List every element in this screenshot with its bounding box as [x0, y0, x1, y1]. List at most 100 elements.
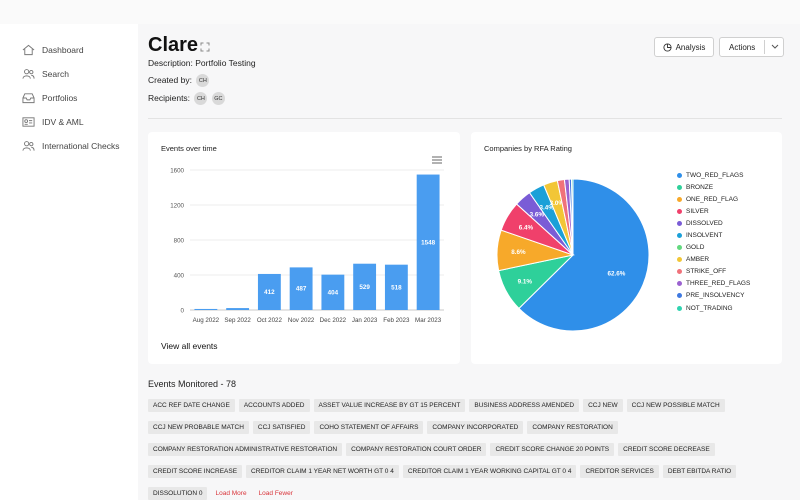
event-tag: DEBT EBITDA RATIO [662, 465, 737, 478]
bar[interactable] [226, 308, 250, 310]
sidebar-item-search[interactable]: Search [22, 62, 120, 86]
avatar[interactable]: CH [194, 92, 208, 105]
legend-label: SILVER [686, 207, 709, 215]
sidebar-item-label: International Checks [42, 141, 120, 151]
portfolio-description: Description: Portfolio Testing [148, 58, 256, 68]
header-divider [148, 118, 782, 119]
event-tag: ACCOUNTS ADDED [238, 399, 310, 412]
legend-swatch [677, 257, 682, 263]
event-tag: COMPANY RESTORATION [527, 421, 618, 434]
event-tag: CCJ SATISFIED [252, 421, 311, 434]
load-more-link[interactable]: Load More [215, 490, 246, 497]
view-all-events-link[interactable]: View all events [161, 341, 218, 351]
created-by-row: Created by: CH [148, 74, 210, 87]
event-tag: COMPANY RESTORATION ADMINISTRATIVE RESTO… [148, 443, 343, 456]
avatar[interactable]: CH [196, 74, 210, 87]
x-tick-label: Dec 2022 [320, 317, 347, 324]
bar-data-label: 487 [296, 286, 307, 293]
legend-swatch [677, 172, 682, 178]
event-tag: COMPANY RESTORATION COURT ORDER [346, 443, 487, 456]
x-tick-label: Jan 2023 [352, 317, 378, 324]
bar-data-label: 1548 [421, 239, 436, 246]
users-icon [22, 141, 35, 151]
legend-item[interactable]: INSOLVENT [677, 229, 750, 241]
bar-data-label: 529 [359, 284, 370, 291]
sidebar-item-international-checks[interactable]: International Checks [22, 134, 120, 158]
legend-item[interactable]: SILVER [677, 205, 750, 217]
legend-item[interactable]: THREE_RED_FLAGS [677, 278, 750, 290]
sidebar-item-label: Dashboard [42, 45, 84, 55]
event-tag: COHO STATEMENT OF AFFAIRS [314, 421, 424, 434]
users-icon [22, 69, 35, 79]
legend-swatch [677, 233, 682, 239]
x-tick-label: Feb 2023 [383, 317, 410, 324]
legend-label: ONE_RED_FLAG [686, 195, 739, 203]
top-strip [0, 0, 800, 24]
legend-label: PRE_INSOLVENCY [686, 292, 745, 300]
load-fewer-link[interactable]: Load Fewer [259, 490, 293, 497]
event-tag: COMPANY INCORPORATED [427, 421, 524, 434]
sidebar-item-dashboard[interactable]: Dashboard [22, 38, 120, 62]
legend-item[interactable]: NOT_TRADING [677, 302, 750, 314]
chart-title: Events over time [161, 144, 217, 153]
legend-swatch [677, 293, 682, 299]
event-tag: CCJ NEW [583, 399, 623, 412]
legend-item[interactable]: DISSOLVED [677, 217, 750, 229]
chevron-down-icon[interactable] [771, 44, 779, 50]
x-tick-label: Nov 2022 [288, 317, 315, 324]
slice-data-label: 3.6% [530, 211, 545, 218]
event-tag: CREDIT SCORE CHANGE 20 POINTS [490, 443, 615, 456]
legend-item[interactable]: AMBER [677, 254, 750, 266]
legend-item[interactable]: PRE_INSOLVENCY [677, 290, 750, 302]
x-tick-label: Aug 2022 [193, 317, 220, 324]
bar[interactable] [194, 308, 218, 310]
page-title: Clare [148, 34, 199, 56]
slice-data-label: 8.6% [511, 249, 526, 256]
expand-icon[interactable] [200, 42, 210, 52]
legend-label: TWO_RED_FLAGS [686, 171, 744, 179]
event-tag: ACC REF DATE CHANGE [148, 399, 235, 412]
sidebar-item-label: Portfolios [42, 93, 78, 103]
id-card-icon [22, 117, 35, 127]
events-monitored-title: Events Monitored - 78 [148, 379, 237, 389]
legend-swatch [677, 245, 682, 251]
sidebar-item-label: Search [42, 69, 69, 79]
actions-dropdown[interactable]: Actions [719, 37, 784, 57]
home-icon [22, 44, 35, 56]
legend-swatch [677, 220, 682, 226]
legend-item[interactable]: GOLD [677, 242, 750, 254]
legend-label: AMBER [686, 256, 710, 264]
recipients-row: Recipients: CH GC [148, 92, 225, 105]
event-tag: CCJ NEW POSSIBLE MATCH [626, 399, 725, 412]
sidebar-item-portfolios[interactable]: Portfolios [22, 86, 120, 110]
events-bar-chart: 0 400 800 1200 1600 Aug 2022 Sep 2022 412 Oct 20… [170, 168, 444, 324]
legend-item[interactable]: BRONZE [677, 181, 750, 193]
legend-label: DISSOLVED [686, 219, 723, 227]
bar-data-label: 518 [391, 284, 402, 291]
avatar[interactable]: GC [211, 92, 225, 105]
actions-label: Actions [729, 42, 756, 52]
event-tag: DISSOLUTION 0 [148, 487, 208, 500]
event-tag: CREDITOR CLAIM 1 YEAR NET WORTH GT 0 4 [246, 465, 399, 478]
legend-label: THREE_RED_FLAGS [686, 280, 751, 288]
y-tick-label: 800 [174, 238, 185, 245]
recipients-label: Recipients: [148, 92, 191, 103]
inbox-icon [22, 93, 35, 104]
analysis-button[interactable]: Analysis [654, 37, 714, 57]
event-tag: CREDIT SCORE INCREASE [148, 465, 243, 478]
events-over-time-card: Events over time 0 400 800 1200 1600 Aug 2022… [148, 132, 460, 364]
legend-item[interactable]: TWO_RED_FLAGS [677, 169, 750, 181]
slice-data-label: 62.6% [608, 271, 626, 278]
bar-data-label: 412 [264, 289, 275, 296]
legend-swatch [677, 184, 682, 190]
legend-swatch [677, 281, 682, 287]
legend-label: BRONZE [686, 183, 714, 191]
sidebar-item-idv-aml[interactable]: IDV & AML [22, 110, 120, 134]
legend-label: STRIKE_OFF [686, 268, 727, 276]
legend-label: GOLD [686, 244, 705, 252]
y-tick-label: 1600 [170, 168, 184, 175]
legend-item[interactable]: STRIKE_OFF [677, 266, 750, 278]
legend-item[interactable]: ONE_RED_FLAG [677, 193, 750, 205]
y-tick-label: 400 [174, 273, 185, 280]
sidebar-item-label: IDV & AML [42, 117, 84, 127]
